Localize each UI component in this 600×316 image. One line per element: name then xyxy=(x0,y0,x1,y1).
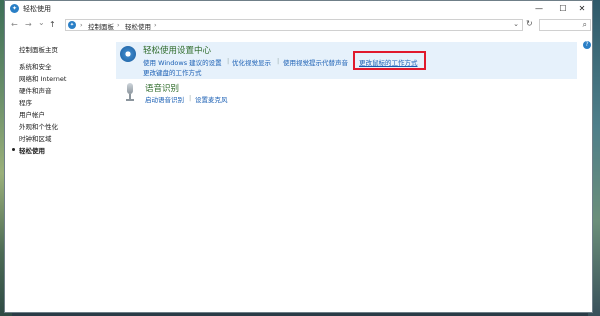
control-panel-icon: ✦ xyxy=(68,21,76,29)
breadcrumb-ease-of-access[interactable]: 轻松使用 xyxy=(125,21,151,31)
sidebar: 控制面板主页 系统和安全 网络和 Internet 硬件和声音 程序 用户帐户 … xyxy=(5,33,109,313)
breadcrumb-control-panel[interactable]: 控制面板 xyxy=(88,21,114,31)
help-icon[interactable]: ? xyxy=(583,41,591,49)
back-arrow-icon[interactable]: ← xyxy=(11,20,18,29)
sidebar-item-appearance[interactable]: 外观和个性化 xyxy=(19,121,58,131)
sidebar-item-user-accounts[interactable]: 用户帐户 xyxy=(19,109,45,119)
sidebar-item-hardware-sound[interactable]: 硬件和声音 xyxy=(19,85,52,95)
search-icon: ⌕ xyxy=(582,20,587,29)
watermark-logo: 路由器 luyouqi.com xyxy=(462,252,592,300)
link-use-recommended-settings[interactable]: 使用 Windows 建议的设置 xyxy=(143,57,222,67)
category-title-speech-recognition[interactable]: 语音识别 xyxy=(145,82,179,94)
recent-locations-chevron-icon[interactable]: ⌄ xyxy=(38,18,45,27)
router-logo-icon xyxy=(462,252,508,298)
active-item-bullet-icon xyxy=(12,148,15,151)
close-button[interactable]: ✕ xyxy=(570,1,594,17)
link-separator: | xyxy=(277,57,280,65)
navigation-bar: ← → ⌄ ↑ ✦ › 控制面板 › 轻松使用 › ⌄ ↻ ⌕ xyxy=(5,17,592,33)
highlight-box xyxy=(353,51,426,70)
breadcrumb-separator-icon: › xyxy=(154,21,157,29)
microphone-icon xyxy=(125,83,135,101)
ease-of-access-icon xyxy=(120,46,136,62)
sidebar-item-control-panel-home[interactable]: 控制面板主页 xyxy=(19,44,58,54)
refresh-icon[interactable]: ↻ xyxy=(526,19,533,28)
sidebar-item-clock-region[interactable]: 时钟和区域 xyxy=(19,133,52,143)
forward-arrow-icon[interactable]: → xyxy=(25,20,32,29)
link-separator: | xyxy=(189,94,192,102)
sidebar-item-network-internet[interactable]: 网络和 Internet xyxy=(19,73,66,83)
link-change-keyboard-settings[interactable]: 更改键盘的工作方式 xyxy=(143,67,202,77)
ease-of-access-app-icon: ✦ xyxy=(10,4,19,13)
link-set-up-microphone[interactable]: 设置麦克风 xyxy=(195,94,228,104)
link-visual-cues-for-sounds[interactable]: 使用视觉提示代替声音 xyxy=(283,57,348,67)
breadcrumb-separator-icon: › xyxy=(80,21,83,29)
search-input[interactable]: ⌕ xyxy=(539,19,591,31)
sidebar-item-system-security[interactable]: 系统和安全 xyxy=(19,61,52,71)
up-arrow-icon[interactable]: ↑ xyxy=(49,20,56,29)
link-separator: | xyxy=(227,57,230,65)
sidebar-item-programs[interactable]: 程序 xyxy=(19,97,32,107)
watermark-url: luyouqi.com xyxy=(516,282,576,291)
title-bar: ✦ 轻松使用 — ☐ ✕ xyxy=(5,1,592,17)
address-bar[interactable]: ✦ › 控制面板 › 轻松使用 › ⌄ xyxy=(65,19,523,31)
breadcrumb-separator-icon: › xyxy=(117,21,120,29)
minimize-button[interactable]: — xyxy=(527,1,551,17)
window-title: 轻松使用 xyxy=(23,5,51,13)
sidebar-item-ease-of-access[interactable]: 轻松使用 xyxy=(19,145,45,155)
category-title-ease-of-access-center[interactable]: 轻松使用设置中心 xyxy=(143,44,211,56)
link-start-speech-recognition[interactable]: 启动语音识别 xyxy=(145,94,184,104)
address-dropdown-icon[interactable]: ⌄ xyxy=(513,20,519,28)
link-optimize-visual-display[interactable]: 优化视觉显示 xyxy=(232,57,271,67)
